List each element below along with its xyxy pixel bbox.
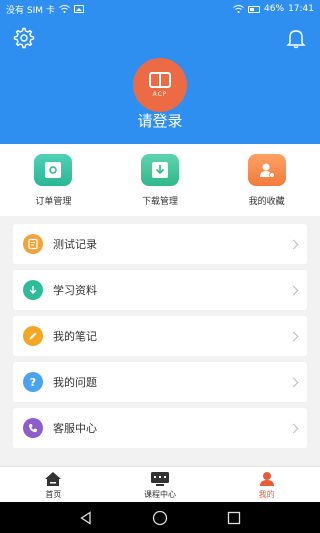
shortcut-download[interactable]: 下载管理 <box>107 144 214 216</box>
recent-apps-icon[interactable] <box>227 511 241 525</box>
login-link[interactable]: 请登录 <box>0 110 320 131</box>
shortcut-label: 我的收藏 <box>248 197 285 207</box>
bottom-tab-bar: 首页 课程中心 我的 <box>0 466 320 502</box>
menu-item-study-material[interactable]: 学习资料 <box>13 270 307 310</box>
menu-item-label: 测试记录 <box>53 238 97 251</box>
book-icon <box>149 72 171 88</box>
customer-service-icon <box>23 418 43 438</box>
tab-label: 我的 <box>258 490 275 499</box>
favorite-icon <box>247 154 286 186</box>
tab-label: 课程中心 <box>144 490 176 499</box>
gear-icon <box>13 27 35 49</box>
clock-time: 17:41 <box>288 4 314 14</box>
wifi-signal-icon <box>233 5 244 13</box>
tab-mine[interactable]: 我的 <box>213 467 320 502</box>
tab-label: 首页 <box>45 490 62 499</box>
menu-item-label: 学习资料 <box>53 284 97 297</box>
note-icon <box>23 326 43 346</box>
image-icon <box>73 5 84 13</box>
system-nav-bar <box>0 502 320 533</box>
shortcut-row: 订单管理 下载管理 我的收藏 <box>0 144 320 216</box>
menu-item-test-record[interactable]: 测试记录 <box>13 224 307 264</box>
course-icon <box>151 472 169 486</box>
menu-item-questions[interactable]: ? 我的问题 <box>13 362 307 402</box>
chevron-right-icon <box>288 331 299 341</box>
menu-item-notes[interactable]: 我的笔记 <box>13 316 307 356</box>
bell-icon <box>286 30 306 49</box>
order-icon <box>34 154 73 186</box>
avatar[interactable]: ACP <box>133 58 187 112</box>
avatar-text: ACP <box>152 91 168 98</box>
carrier-text: 没有 SIM 卡 <box>6 5 55 16</box>
chevron-right-icon <box>288 239 299 249</box>
settings-button[interactable] <box>12 26 36 50</box>
profile-header: ACP 请登录 <box>0 18 320 144</box>
study-material-icon <box>23 280 43 300</box>
tab-home[interactable]: 首页 <box>0 467 107 502</box>
shortcut-label: 下载管理 <box>142 197 179 207</box>
chevron-right-icon <box>288 377 299 387</box>
home-icon <box>45 472 62 486</box>
shortcut-favorite[interactable]: 我的收藏 <box>213 144 320 216</box>
menu-item-label: 我的问题 <box>53 376 97 389</box>
tab-course-center[interactable]: 课程中心 <box>107 467 214 502</box>
menu-list: 测试记录 学习资料 我的笔记 ? 我的问题 客服中心 <box>13 224 307 454</box>
menu-item-label: 我的笔记 <box>53 330 97 343</box>
notification-button[interactable] <box>284 26 308 50</box>
wifi-icon <box>59 5 70 13</box>
chevron-right-icon <box>288 285 299 295</box>
menu-item-customer-service[interactable]: 客服中心 <box>13 408 307 448</box>
test-record-icon <box>23 234 43 254</box>
chevron-right-icon <box>288 423 299 433</box>
battery-level: 46% <box>264 4 285 14</box>
shortcut-label: 订单管理 <box>35 197 72 207</box>
download-icon <box>141 154 179 186</box>
menu-item-label: 客服中心 <box>53 422 97 435</box>
home-button-icon[interactable] <box>152 510 168 526</box>
status-bar: 没有 SIM 卡 46% 17:41 <box>0 0 320 18</box>
question-icon: ? <box>23 372 43 392</box>
battery-icon <box>248 5 261 13</box>
profile-icon <box>259 472 274 486</box>
back-icon[interactable] <box>79 510 93 525</box>
shortcut-order[interactable]: 订单管理 <box>0 144 107 216</box>
